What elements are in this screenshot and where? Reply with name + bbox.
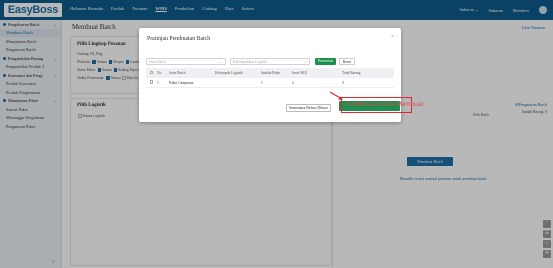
cell-no: 1 xyxy=(157,80,159,85)
cell-batch-type: Paket Campuran xyxy=(169,80,194,85)
row-checkbox[interactable] xyxy=(149,80,154,84)
cell-sku-type: 2 xyxy=(292,80,294,85)
col-total-items: Total Barang xyxy=(342,71,361,75)
cell-package-count: 1 xyxy=(261,80,263,85)
select-all-checkbox[interactable] xyxy=(149,70,154,75)
table-row[interactable]: 1 Paket Campuran 1 2 3 xyxy=(146,78,394,88)
not-now-button[interactable]: Sementara Belum Dibuat xyxy=(286,104,331,112)
confirm-create-label[interactable]: Konfirmasi untuk Membuat xyxy=(346,101,423,108)
col-no: No xyxy=(157,71,162,75)
reset-button[interactable]: Reset xyxy=(339,58,355,65)
table-header: No Jenis Batch Kelompok Logistik Jumlah … xyxy=(146,68,394,78)
col-sku-type: Jenis SKU xyxy=(292,71,308,75)
search-button[interactable]: Pencarian xyxy=(315,58,336,65)
modal-title: Pratinjau Pembuatan Batch xyxy=(147,36,211,42)
chevron-down-icon: ⌄ xyxy=(219,60,223,64)
cell-total-items: 3 xyxy=(342,80,344,85)
col-batch-type: Jenis Batch xyxy=(169,71,186,75)
col-package-count: Jumlah Paket xyxy=(261,71,281,75)
col-logistics-group: Kelompok Logistik xyxy=(215,71,244,75)
chevron-down-icon: ⌄ xyxy=(303,60,307,64)
logistics-group-placeholder: Kelompokkan Logistik xyxy=(233,60,268,64)
logistics-group-select[interactable]: Kelompokkan Logistik ⌄ xyxy=(230,58,310,65)
batch-type-select[interactable]: Jenis Batch ⌄ xyxy=(146,58,226,65)
close-icon[interactable]: × xyxy=(391,35,394,40)
batch-preview-table: No Jenis Batch Kelompok Logistik Jumlah … xyxy=(146,68,394,88)
batch-type-placeholder: Jenis Batch xyxy=(149,60,166,64)
